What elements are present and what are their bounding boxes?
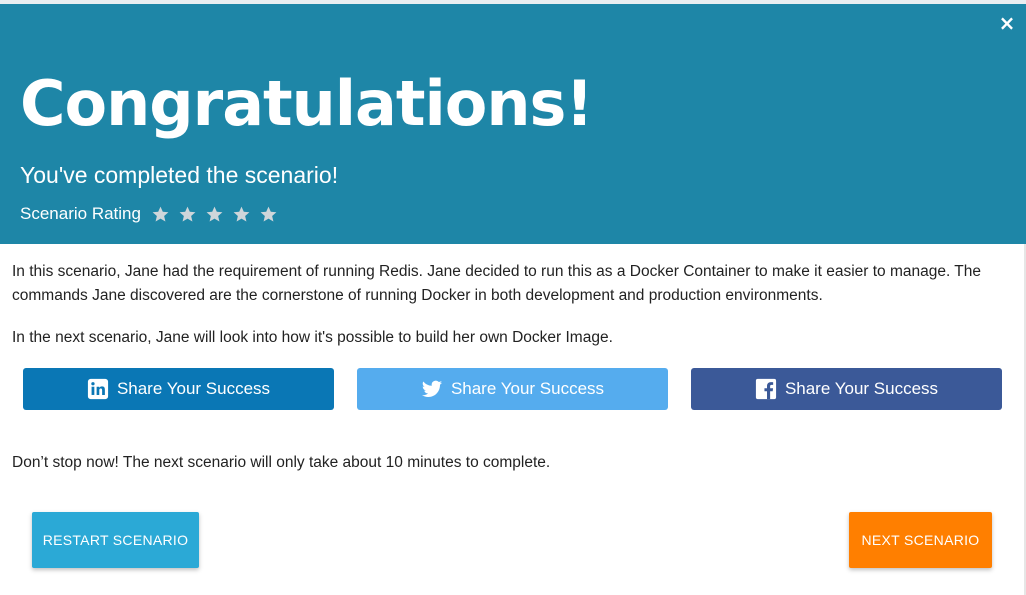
star-icon[interactable] [205,205,224,224]
subtitle: You've completed the scenario! [20,162,339,188]
summary-paragraph: In this scenario, Jane had the requireme… [12,263,982,304]
close-icon[interactable]: × [998,13,1016,33]
facebook-icon [755,378,777,400]
completion-modal: × Congratulations! You've completed the … [0,0,1026,595]
restart-scenario-button[interactable]: RESTART SCENARIO [32,512,199,568]
linkedin-icon [87,378,109,400]
share-facebook-button[interactable]: Share Your Success [691,368,1002,410]
star-icon[interactable] [178,205,197,224]
share-linkedin-button[interactable]: Share Your Success [23,368,334,410]
rating-label: Scenario Rating [20,204,141,223]
star-icon[interactable] [151,205,170,224]
star-icon[interactable] [232,205,251,224]
scenario-rating: Scenario Rating [20,204,286,224]
next-scenario-button[interactable]: NEXT SCENARIO [849,512,992,568]
share-facebook-label: Share Your Success [784,379,939,398]
star-icon[interactable] [259,205,278,224]
modal-header: × Congratulations! You've completed the … [0,4,1026,244]
twitter-icon [421,380,443,397]
share-twitter-button[interactable]: Share Your Success [357,368,668,410]
next-scenario-paragraph: In the next scenario, Jane will look int… [12,329,613,346]
rating-stars [151,205,286,224]
share-linkedin-label: Share Your Success [116,379,271,398]
page-title: Congratulations! [20,67,594,140]
share-twitter-label: Share Your Success [450,379,605,398]
encouragement-paragraph: Don’t stop now! The next scenario will o… [12,454,551,471]
